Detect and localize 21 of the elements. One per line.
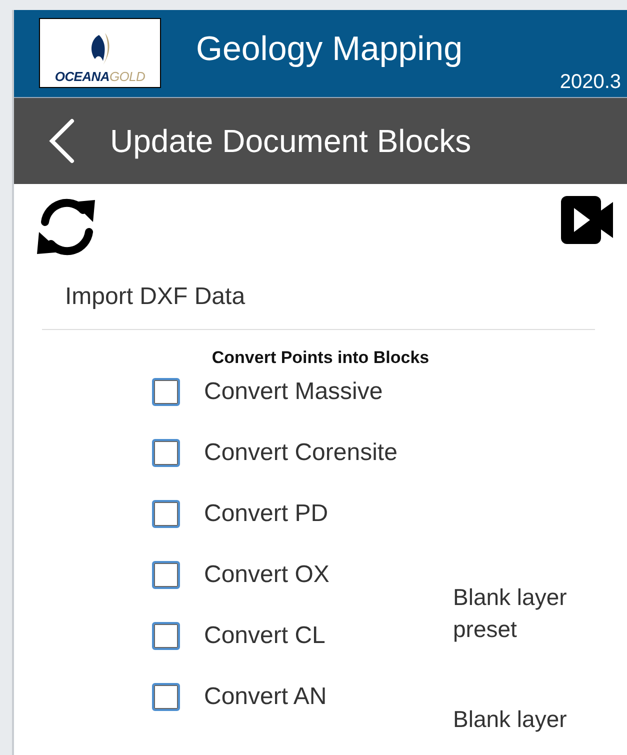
logo-text: OCEANAGOLD bbox=[54, 69, 146, 84]
checkbox-label[interactable]: Convert AN bbox=[204, 683, 453, 711]
checkbox-label[interactable]: Convert CL bbox=[204, 622, 453, 650]
checkbox[interactable] bbox=[152, 561, 180, 589]
section-heading: Convert Points into Blocks bbox=[210, 348, 430, 368]
checkbox[interactable] bbox=[152, 378, 180, 406]
checkbox-label[interactable]: Convert Massive bbox=[204, 378, 453, 406]
checkbox[interactable] bbox=[152, 683, 180, 711]
checkbox[interactable] bbox=[152, 622, 180, 650]
version-label: 2020.3 bbox=[560, 71, 621, 94]
page-title: Update Document Blocks bbox=[110, 122, 472, 160]
checkbox[interactable] bbox=[152, 500, 180, 528]
import-dxf-link[interactable]: Import DXF Data bbox=[65, 283, 246, 311]
video-icon[interactable] bbox=[561, 196, 613, 244]
app-title: Geology Mapping bbox=[196, 30, 464, 69]
checkbox-label[interactable]: Convert OX bbox=[204, 561, 453, 589]
checkbox-label[interactable]: Convert Corensite bbox=[204, 439, 453, 467]
checkbox[interactable] bbox=[152, 439, 180, 467]
layer-preset-note: Blank layer bbox=[453, 705, 568, 734]
checkbox-label[interactable]: Convert PD bbox=[204, 500, 453, 528]
layer-preset-note: Blank layer preset bbox=[453, 583, 568, 644]
